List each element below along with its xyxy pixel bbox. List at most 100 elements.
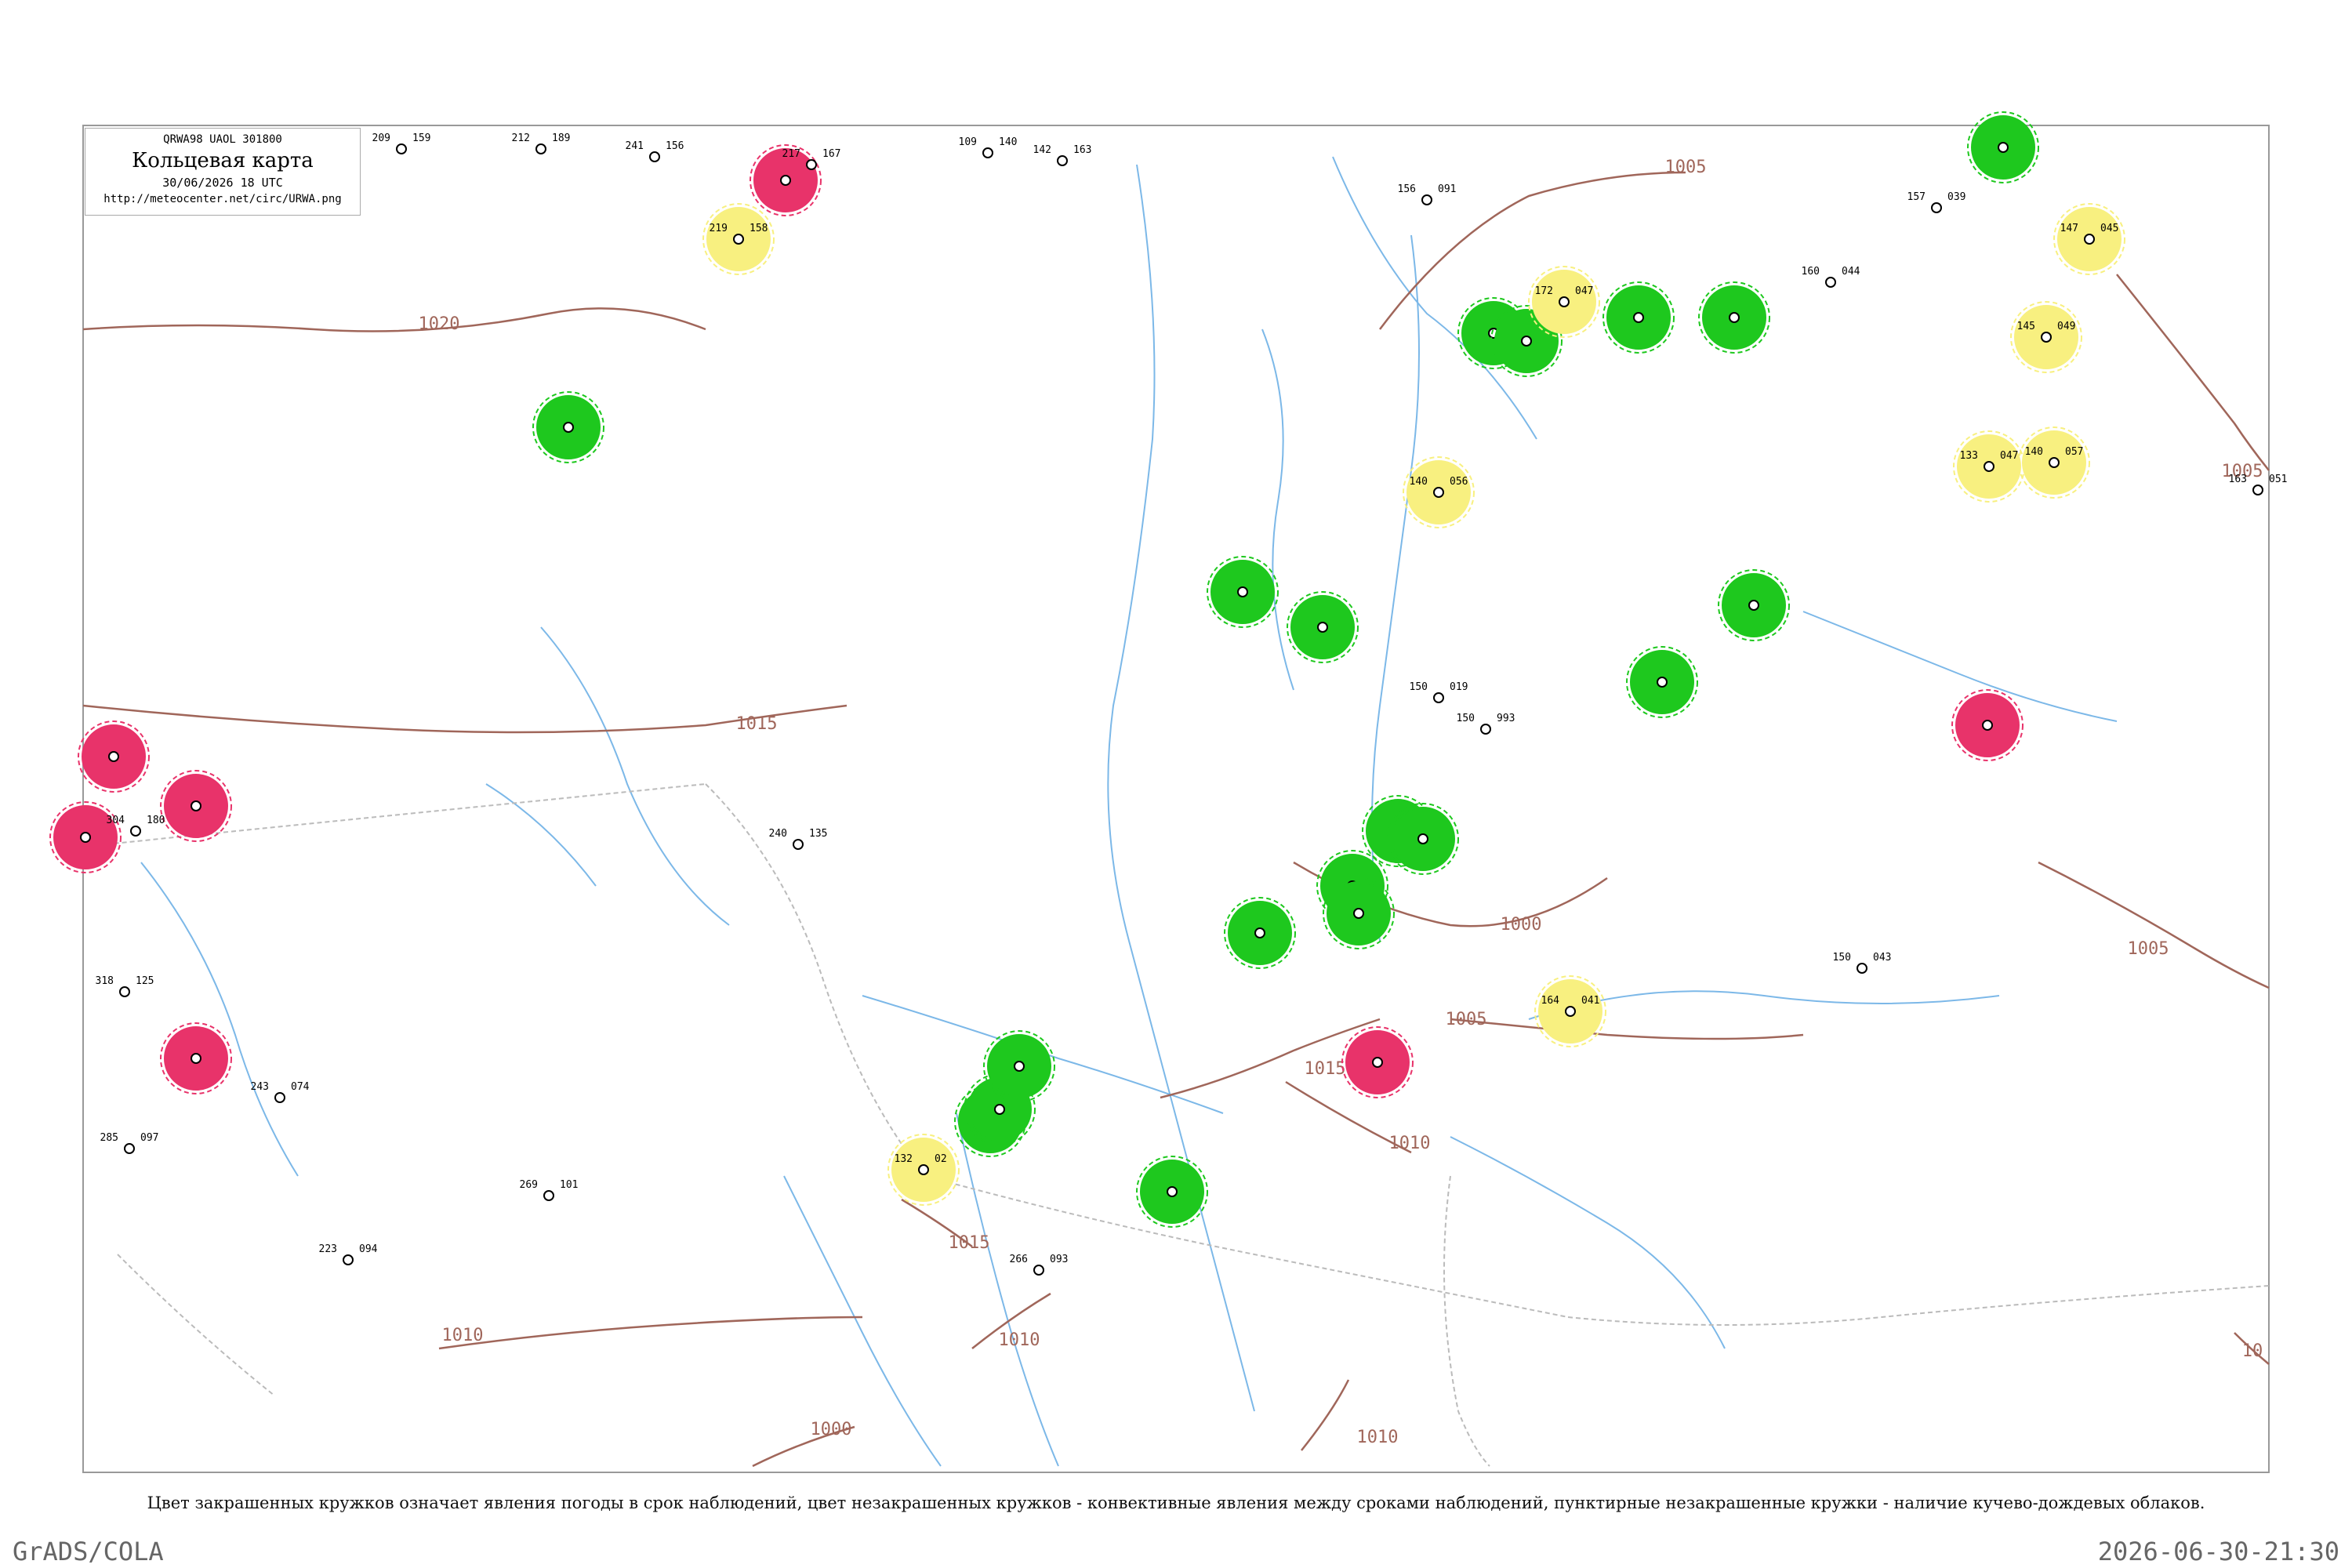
station-dot (1433, 692, 1444, 703)
isobar-label-11: 1000 (811, 1420, 852, 1439)
station-dot (1317, 622, 1328, 633)
station-dot (1984, 461, 1994, 472)
station-pressure: 057 (2065, 446, 2083, 458)
station-dot (1372, 1057, 1383, 1068)
station-dot (1033, 1265, 1044, 1276)
station-temp: 140 (1410, 476, 1428, 488)
station-temp: 150 (1457, 713, 1475, 724)
station-dot (108, 751, 119, 762)
title-box: QRWA98 UAOL 301800 Кольцевая карта 30/06… (85, 128, 361, 216)
station-pressure: 045 (2100, 223, 2118, 234)
station-pressure: 049 (2057, 321, 2075, 332)
station-temp: 140 (2025, 446, 2043, 458)
station-dot (918, 1164, 929, 1175)
station-0 (1967, 111, 2039, 183)
station-dot (80, 832, 91, 843)
station-temp: 240 (769, 828, 787, 840)
bulletin-code: QRWA98 UAOL 301800 (163, 133, 282, 146)
isobar-label-12: 1015 (949, 1233, 990, 1253)
station-dot (1748, 600, 1759, 611)
station-dot (1931, 202, 1942, 213)
station-dot (1057, 155, 1068, 166)
station-pressure: 156 (666, 140, 684, 152)
station-temp: 164 (1541, 995, 1560, 1007)
station-pressure: 101 (560, 1179, 578, 1191)
station-dot (2041, 332, 2052, 343)
isobar-label-4: 1010 (999, 1330, 1040, 1350)
station-temp: 217 (782, 148, 800, 160)
station-temp: 150 (1410, 681, 1428, 693)
station-dot (982, 147, 993, 158)
station-dot (1521, 336, 1532, 347)
station-dot (543, 1190, 554, 1201)
station-pressure: 163 (1073, 144, 1091, 156)
station-dot (2252, 485, 2263, 495)
station-pressure: 167 (822, 148, 840, 160)
station-dot (274, 1092, 285, 1103)
station-temp: 150 (1833, 952, 1851, 964)
station-pressure: 094 (359, 1243, 378, 1255)
isobar-label-13: 1010 (1357, 1428, 1399, 1447)
station-temp: 212 (512, 132, 530, 144)
station-dot (1014, 1061, 1025, 1072)
station-dot (1421, 194, 1432, 205)
station-dot (1998, 142, 2009, 153)
station-temp: 318 (96, 975, 114, 987)
station-pressure: 135 (809, 828, 827, 840)
station-dot (1565, 1006, 1576, 1017)
station-dot (649, 151, 660, 162)
station-pressure: 140 (999, 136, 1017, 148)
station-dot (780, 175, 791, 186)
station-dot (1857, 963, 1867, 974)
station-temp: 142 (1033, 144, 1051, 156)
station-temp: 160 (1802, 266, 1820, 278)
station-dot (1729, 312, 1740, 323)
legend-caption: Цвет закрашенных кружков означает явлени… (147, 1494, 2205, 1512)
station-pressure: 097 (140, 1132, 158, 1144)
map-url[interactable]: http://meteocenter.net/circ/URWA.png (85, 193, 360, 205)
station-temp: 145 (2017, 321, 2035, 332)
station-temp: 219 (710, 223, 728, 234)
station-temp: 133 (1960, 450, 1978, 462)
station-dot (119, 986, 130, 997)
station-pressure: 180 (147, 815, 165, 826)
station-dot (1353, 908, 1364, 919)
isobar-label-1: 1015 (736, 714, 778, 734)
station-dot (1825, 277, 1836, 288)
isobar-label-6: 1005 (1665, 158, 1707, 177)
station-pressure: 043 (1873, 952, 1891, 964)
station-dot (191, 1053, 201, 1064)
station-pressure: 056 (1450, 476, 1468, 488)
station-dot (1254, 927, 1265, 938)
station-temp: 304 (107, 815, 125, 826)
map-frame (82, 125, 2270, 1473)
software-credit: GrADS/COLA (13, 1537, 164, 1566)
station-pressure: 019 (1450, 681, 1468, 693)
station-dot (191, 800, 201, 811)
station-dot (2084, 234, 2095, 245)
station-pressure: 047 (2000, 450, 2018, 462)
station-dot (806, 159, 817, 170)
station-temp: 209 (372, 132, 390, 144)
station-dot (535, 143, 546, 154)
station-pressure: 051 (2269, 474, 2287, 485)
station-dot (1559, 296, 1570, 307)
station-dot (1237, 586, 1248, 597)
map-datetime: 30/06/2026 18 UTC (162, 176, 283, 190)
station-dot (396, 143, 407, 154)
station-dot (793, 839, 804, 850)
station-temp: 157 (1907, 191, 1926, 203)
station-temp: 241 (626, 140, 644, 152)
isobar-label-3: 1010 (442, 1326, 484, 1345)
station-dot (2049, 457, 2060, 468)
station-temp: 285 (100, 1132, 118, 1144)
station-dot (1982, 720, 1993, 731)
synoptic-map: 1020 1015 1015 1010 1010 1010 1005 1005 1005 10 05… (49, 111, 2287, 1473)
station-dot (124, 1143, 135, 1154)
isobar-label-8: 1005 (2128, 939, 2169, 959)
station-temp: 223 (319, 1243, 337, 1255)
station-pressure: 125 (136, 975, 154, 987)
station-dot (563, 422, 574, 433)
station-dot (130, 826, 141, 837)
station-temp: 132 (895, 1153, 913, 1165)
